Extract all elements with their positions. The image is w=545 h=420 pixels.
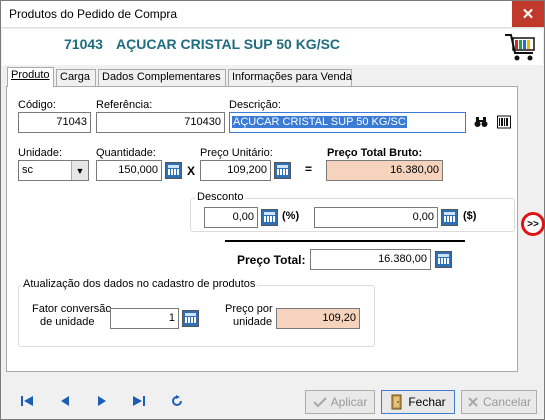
preco-total-label: Preço Total: (237, 253, 306, 267)
desconto-title: Desconto (195, 191, 246, 203)
skip-last-icon[interactable] (131, 393, 147, 409)
preco-por-label-line1: Preço por (225, 303, 273, 315)
calculator-icon[interactable] (261, 209, 278, 226)
descricao-input[interactable]: AÇUCAR CRISTAL SUP 50 KG/SC (229, 112, 466, 133)
calculator-icon[interactable] (441, 209, 458, 226)
money-unit: ($) (463, 210, 477, 222)
tab-produto-label: Produto (11, 69, 50, 81)
skip-first-icon[interactable] (19, 393, 35, 409)
product-code: 71043 (64, 36, 103, 52)
preco-total-value: 16.380,00 (310, 249, 431, 270)
preco-unitario-label: Preço Unitário: (200, 147, 273, 159)
fator-label-line1: Fator conversão (32, 303, 112, 315)
equals-sign: = (305, 162, 313, 176)
tab-dados-complementares-label: Dados Complementares (102, 71, 221, 83)
preco-total-bruto-value: 16.380,00 (326, 160, 443, 181)
quantidade-input[interactable]: 150,000 (96, 160, 162, 181)
product-header: 71043 AÇUCAR CRISTAL SUP 50 KG/SC (2, 29, 543, 65)
dialog-window: Produtos do Pedido de Compra ✕ 71043 AÇU… (0, 0, 545, 420)
exit-door-icon (391, 394, 402, 410)
descricao-label: Descrição: (229, 99, 281, 111)
tab-informacoes-venda-label: Informações para Venda (232, 71, 352, 83)
referencia-input[interactable]: 710430 (96, 112, 225, 133)
window-title: Produtos do Pedido de Compra (9, 7, 178, 21)
fator-conversao-input[interactable]: 1 (110, 308, 179, 329)
desconto-money-input[interactable]: 0,00 (314, 207, 438, 228)
calculator-icon[interactable] (274, 162, 291, 179)
fechar-button[interactable]: Fechar (381, 390, 455, 414)
fator-label-line2: de unidade (40, 316, 95, 328)
product-name: AÇUCAR CRISTAL SUP 50 KG/SC (116, 36, 341, 52)
calculator-icon[interactable] (182, 310, 199, 327)
title-bar: Produtos do Pedido de Compra ✕ (1, 1, 544, 28)
checkmark-icon (312, 397, 327, 408)
expand-side-button[interactable]: >> (521, 212, 545, 236)
atualizacao-title: Atualização dos dados no cadastro de pro… (21, 278, 258, 290)
close-button[interactable]: ✕ (512, 1, 544, 27)
binoculars-icon[interactable] (474, 115, 488, 129)
codigo-input[interactable]: 71043 (18, 112, 91, 133)
previous-icon[interactable] (57, 393, 73, 409)
quantidade-label: Quantidade: (96, 147, 156, 159)
next-icon[interactable] (94, 393, 110, 409)
preco-unitario-input[interactable]: 109,200 (200, 160, 271, 181)
chevron-down-icon[interactable]: ▼ (71, 161, 88, 180)
total-divider (225, 240, 465, 242)
tab-carga[interactable]: Carga (56, 69, 96, 86)
refresh-icon[interactable] (169, 393, 185, 409)
cancelar-label: Cancelar (482, 395, 532, 409)
unidade-select[interactable]: sc ▼ (18, 160, 89, 181)
unidade-value: sc (22, 164, 33, 176)
barcode-icon[interactable] (497, 115, 511, 129)
preco-por-unidade-value: 109,20 (276, 308, 360, 329)
unidade-label: Unidade: (18, 147, 63, 159)
codigo-label: Código: (18, 99, 56, 111)
aplicar-button[interactable]: Aplicar (305, 390, 375, 414)
calculator-icon[interactable] (165, 162, 182, 179)
desconto-percent-input[interactable]: 0,00 (204, 207, 258, 228)
tab-produto[interactable]: Produto (7, 67, 54, 87)
cancelar-button[interactable]: Cancelar (461, 390, 537, 414)
preco-por-label-line2: unidade (233, 316, 273, 328)
percent-unit: (%) (282, 210, 300, 222)
calculator-icon[interactable] (435, 251, 452, 268)
referencia-label: Referência: (96, 99, 153, 111)
multiply-sign: X (187, 164, 196, 178)
cancel-x-icon (468, 397, 478, 407)
produto-panel: Código: 71043 Referência: 710430 Descriç… (6, 86, 518, 372)
shopping-cart-icon (505, 34, 535, 61)
tab-informacoes-venda[interactable]: Informações para Venda (228, 69, 352, 86)
fechar-label: Fechar (408, 395, 446, 409)
descricao-selected-text: AÇUCAR CRISTAL SUP 50 KG/SC (232, 116, 407, 128)
tab-carga-label: Carga (60, 71, 90, 83)
tab-dados-complementares[interactable]: Dados Complementares (98, 69, 226, 86)
preco-total-bruto-label: Preço Total Bruto: (327, 147, 423, 159)
aplicar-label: Aplicar (330, 395, 368, 409)
